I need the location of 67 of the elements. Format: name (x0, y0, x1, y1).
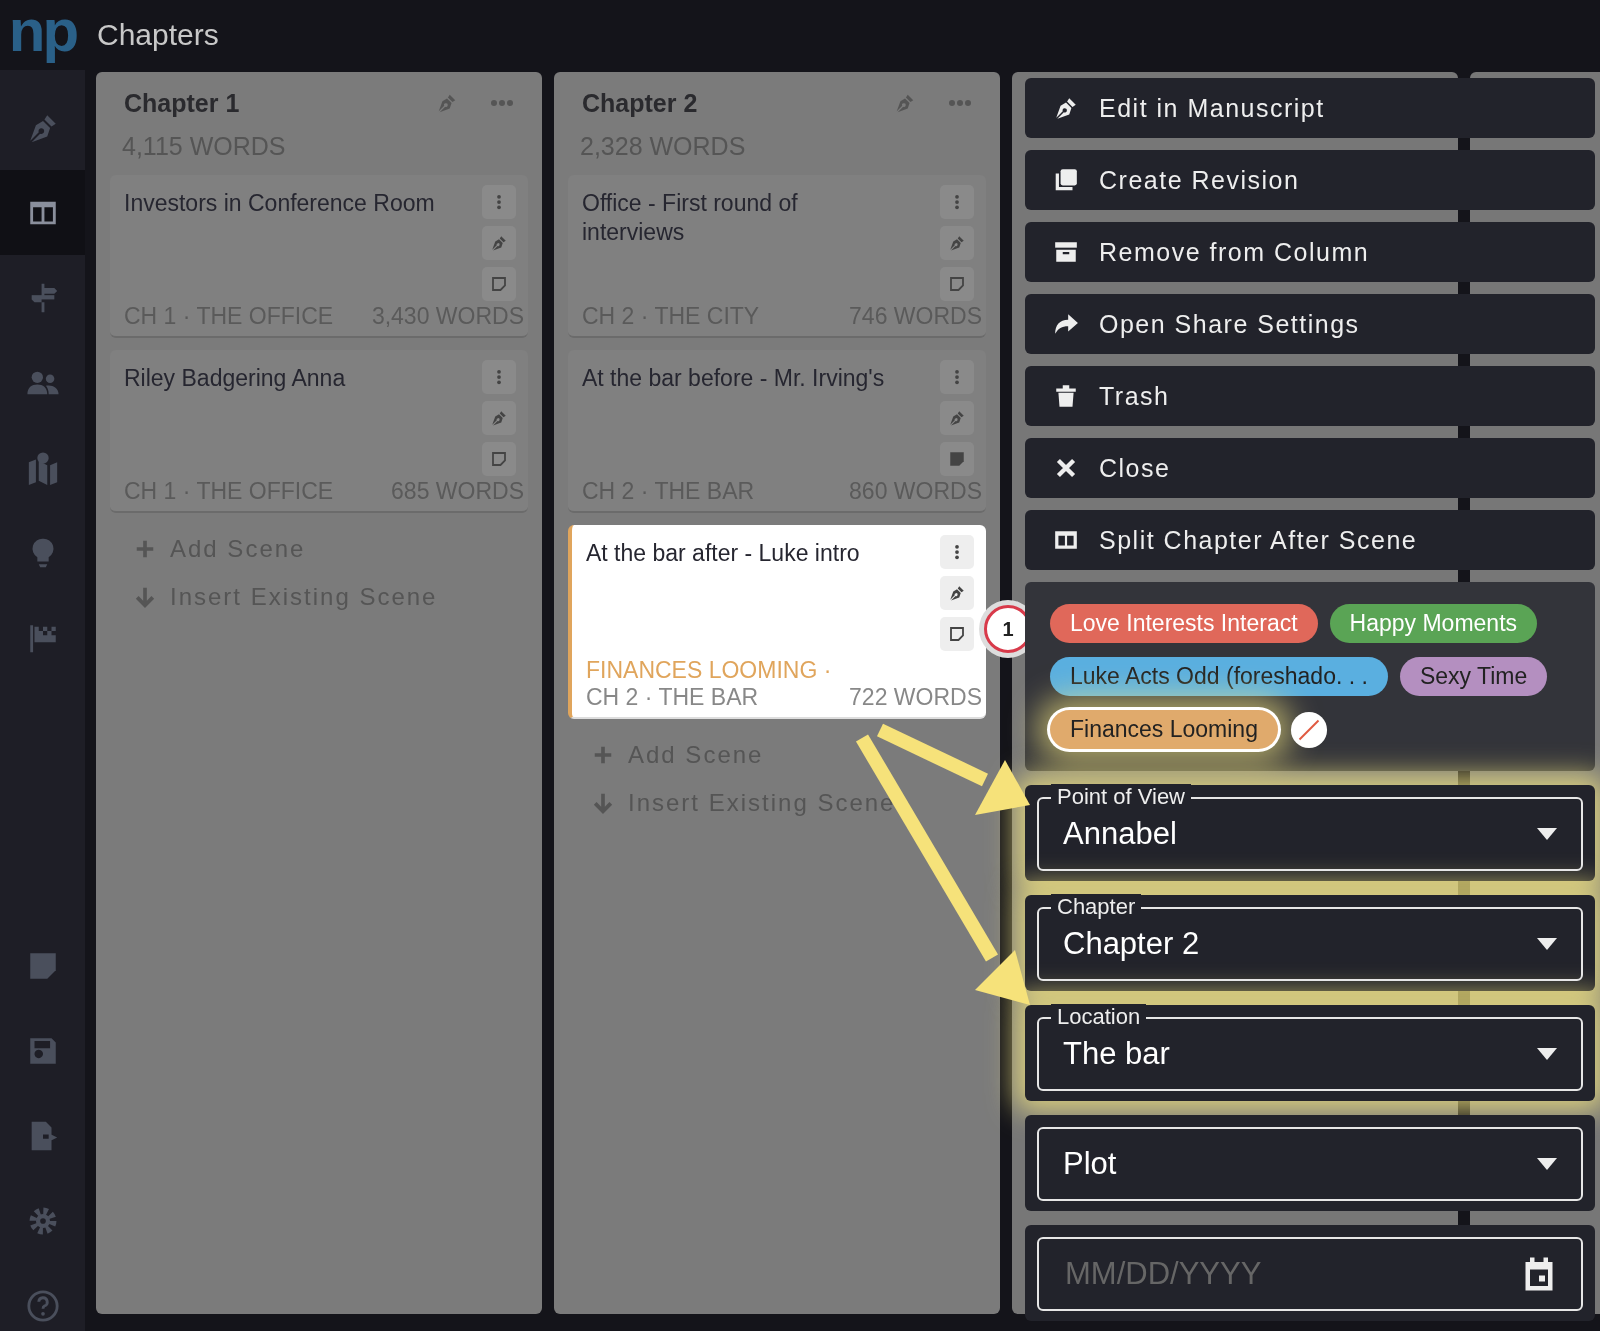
caret-icon (1537, 1048, 1557, 1060)
sidebar-item[interactable] (0, 170, 85, 255)
field-label: Chapter (1051, 894, 1142, 920)
more-icon (496, 193, 502, 211)
menu-item[interactable]: Trash (1025, 366, 1595, 426)
menu-item[interactable]: Edit in Manuscript (1025, 78, 1595, 138)
pen-icon (948, 234, 966, 252)
scene-notes-button[interactable] (940, 617, 974, 651)
tag-chip[interactable]: Finances Looming (1050, 710, 1278, 749)
scene-menu-button[interactable] (940, 185, 974, 219)
more-icon (954, 368, 960, 386)
note-icon (948, 275, 966, 293)
trash-icon (1053, 383, 1079, 409)
scene-menu-button[interactable] (482, 360, 516, 394)
chapter-title: Chapter 1 (124, 88, 241, 118)
menu-item[interactable]: Remove from Column (1025, 222, 1595, 282)
caret-icon (1537, 938, 1557, 950)
scene-title: Investors in Conference Room (124, 189, 436, 218)
tag-chip[interactable]: Luke Acts Odd (foreshado. . . (1050, 657, 1388, 696)
tag-chip[interactable]: Sexy Time (1399, 657, 1548, 696)
pen-icon (948, 584, 966, 602)
menu-item[interactable]: Split Chapter After Scene (1025, 510, 1595, 570)
pen-icon[interactable] (436, 92, 458, 114)
page-title: Chapters (97, 18, 219, 52)
scene-title: Office - First round of interviews (582, 189, 799, 247)
caret-icon (1537, 1158, 1557, 1170)
more-icon[interactable] (948, 99, 972, 107)
note-icon (490, 275, 508, 293)
menu-item[interactable]: Close (1025, 438, 1595, 498)
pen-icon (948, 409, 966, 427)
down-arrow-icon (134, 586, 156, 608)
clear-tags-icon[interactable] (1289, 710, 1328, 749)
pen-icon (490, 234, 508, 252)
pen-icon[interactable] (894, 92, 916, 114)
archive-icon (1053, 239, 1079, 265)
note-icon (948, 450, 966, 468)
plotline-label: FINANCES LOOMING · (586, 657, 833, 684)
scene-word-count: 722 WORDS (849, 684, 982, 711)
scene-menu-button[interactable] (940, 535, 974, 569)
plus-icon (134, 538, 156, 560)
copy-icon (1053, 167, 1079, 193)
scene-title: Riley Badgering Anna (124, 364, 347, 393)
note-icon (948, 625, 966, 643)
help-icon[interactable] (25, 1289, 60, 1323)
scene-location: CH 2 · THE BAR (586, 684, 759, 711)
date-field[interactable]: MM/DD/YYYY (1037, 1237, 1583, 1311)
note-icon (490, 450, 508, 468)
more-icon (496, 368, 502, 386)
menu-item[interactable]: Create Revision (1025, 150, 1595, 210)
scene-title: At the bar before - Mr. Irving's (582, 364, 886, 393)
more-icon (954, 543, 960, 561)
pen-icon (490, 409, 508, 427)
more-icon[interactable] (490, 99, 514, 107)
scene-title: At the bar after - Luke intro (586, 539, 861, 568)
scene-menu-button[interactable] (940, 360, 974, 394)
app-logo: np (7, 1, 78, 61)
scene-menu-button[interactable] (482, 185, 516, 219)
plus-icon (592, 744, 614, 766)
more-icon (954, 193, 960, 211)
edit-scene-button[interactable] (940, 576, 974, 610)
chapter-title: Chapter 2 (582, 88, 699, 118)
date-input[interactable]: MM/DD/YYYY (1063, 1255, 1521, 1293)
pen-icon (1053, 95, 1079, 121)
down-arrow-icon (592, 792, 614, 814)
scene-card[interactable]: At the bar after - Luke intro FINANCES LOOMING · CH 2 · THE BAR 722 WORDS (568, 525, 986, 719)
caret-icon (1537, 828, 1557, 840)
menu-item[interactable]: Open Share Settings (1025, 294, 1595, 354)
